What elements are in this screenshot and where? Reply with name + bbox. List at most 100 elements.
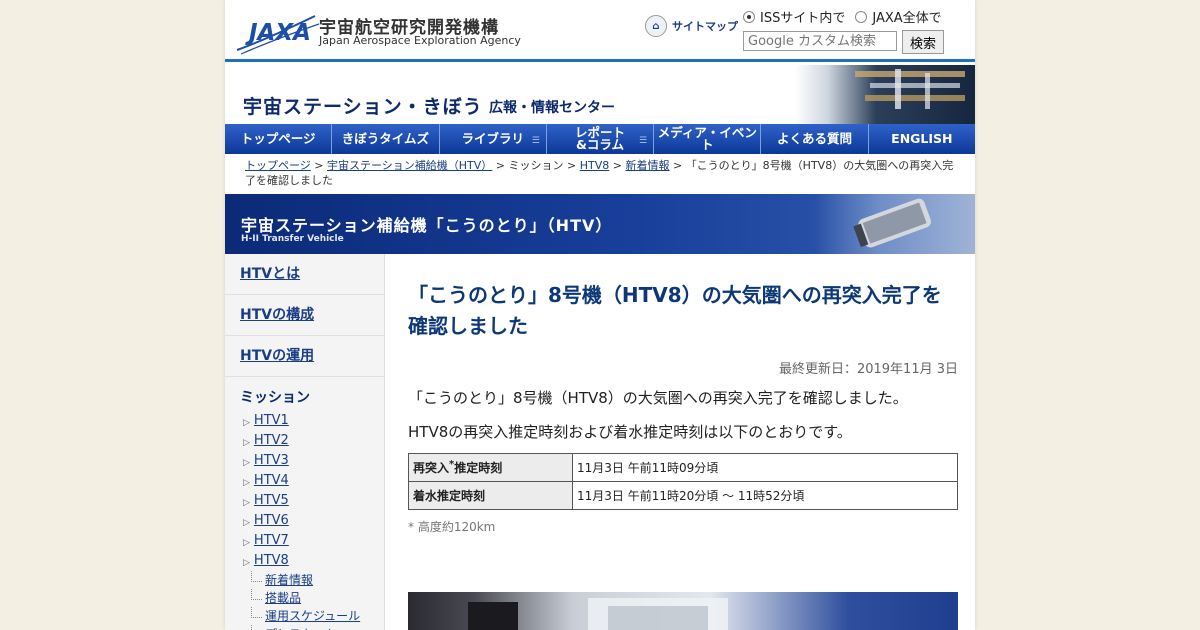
scope-iss-label: ISSサイト内で <box>760 11 846 26</box>
mission-link[interactable]: HTV2 <box>254 431 289 451</box>
mission-link[interactable]: HTV1 <box>254 411 289 431</box>
mission-list-item: ▷ HTV3 <box>243 451 384 471</box>
article-title: 「こうのとり」8号機（HTV8）の大気圏への再突入完了を確認しました <box>408 283 942 338</box>
submenu-link[interactable]: 新着情報 <box>265 573 313 587</box>
triangle-right-icon: ▷ <box>243 477 250 488</box>
mission-list-item: ▷ HTV2 <box>243 431 384 451</box>
section-title: 宇宙ステーション補給機「こうのとり」（HTV） <box>241 216 613 235</box>
breadcrumb-item: ミッション <box>508 159 564 172</box>
htv-spacecraft-image <box>815 194 975 254</box>
scope-all-radio[interactable]: JAXA全体で <box>855 7 942 26</box>
nav-item-label: よくある質問 <box>777 131 853 146</box>
nav-item-media-event[interactable]: メディア・イベント <box>654 124 762 154</box>
scope-all-label: JAXA全体で <box>872 11 942 26</box>
mission-link[interactable]: HTV6 <box>254 511 289 531</box>
table-key: 再突入*推定時刻 <box>408 453 573 482</box>
sidebar-link-htv-operation[interactable]: HTVの運用 <box>225 336 384 377</box>
nav-item-label: メディア・イベント <box>657 125 757 152</box>
footnote: * 高度約120km <box>408 520 496 534</box>
mission-list-item: ▷ HTV1 <box>243 411 384 431</box>
submenu-item: 運用スケジュール <box>249 607 384 625</box>
nav-item-label: ライブラリ <box>461 131 524 146</box>
mission-list-item: ▷ HTV6 <box>243 511 384 531</box>
triangle-right-icon: ▷ <box>243 557 250 568</box>
logo-text: JAXA <box>245 20 311 46</box>
sitemap-label: サイトマップ <box>672 20 738 33</box>
article-paragraph-1: 「こうのとり」8号機（HTV8）の大気圏への再突入完了を確認しました。 <box>408 389 908 407</box>
nav-item-label: トップページ <box>240 131 316 146</box>
site-banner: 宇宙ステーション・きぼう 広報・情報センター <box>225 65 975 125</box>
triangle-right-icon: ▷ <box>243 437 250 448</box>
triangle-right-icon: ▷ <box>243 497 250 508</box>
sidebar-mission-heading: ミッション <box>240 390 310 406</box>
triangle-right-icon: ▷ <box>243 517 250 528</box>
reentry-time-table: 再突入*推定時刻 11月3日 午前11時09分頃 着水推定時刻 11月3日 午前… <box>408 453 958 510</box>
page-container: JAXA 宇宙航空研究開発機構 Japan Aerospace Explorat… <box>225 0 975 630</box>
submenu-icon: ☰ <box>639 136 648 146</box>
last-updated: 最終更新日：2019年11月 3日 <box>778 362 958 377</box>
nav-item-label: ENGLISH <box>891 131 953 146</box>
nav-item-label: きぼうタイムズ <box>341 131 430 146</box>
mission-list-item: ▷ HTV8 <box>243 551 384 571</box>
sidebar-link-about-htv[interactable]: HTVとは <box>225 254 384 295</box>
mission-link[interactable]: HTV3 <box>254 451 289 471</box>
org-name-en: Japan Aerospace Exploration Agency <box>319 34 521 47</box>
nav-item-kibo-times[interactable]: きぼうタイムズ <box>332 124 440 154</box>
htv8-submenu: 新着情報搭載品運用スケジュールプレスキット <box>225 571 384 630</box>
mission-list-item: ▷ HTV4 <box>243 471 384 491</box>
sidebar: HTVとは HTVの構成 HTVの運用 ミッション ▷ HTV1 ▷ HTV2 ▷ HTV… <box>225 254 385 630</box>
nav-item-library[interactable]: ライブラリ ☰ <box>440 124 547 154</box>
mission-link[interactable]: HTV4 <box>254 471 289 491</box>
breadcrumb: トップページ > 宇宙ステーション補給機（HTV） > ミッション > HTV8… <box>245 159 954 187</box>
nav-item-english[interactable]: ENGLISH <box>869 124 975 154</box>
main-content: 「こうのとり」8号機（HTV8）の大気圏への再突入完了を確認しました 最終更新日… <box>408 254 958 630</box>
triangle-right-icon: ▷ <box>243 417 250 428</box>
submenu-link[interactable]: 運用スケジュール <box>265 609 360 623</box>
search-input[interactable] <box>743 31 897 51</box>
sitemap-link[interactable]: ⌂ サイトマップ <box>645 15 738 37</box>
submenu-item: プレスキット <box>249 625 384 630</box>
triangle-right-icon: ▷ <box>243 457 250 468</box>
iss-banner-image <box>795 65 975 125</box>
article-paragraph-2: HTV8の再突入推定時刻および着水推定時刻は以下のとおりです。 <box>408 423 852 441</box>
nav-item-label: レポート &コラム <box>574 125 625 152</box>
radio-unchecked-icon <box>855 10 868 23</box>
breadcrumb-item[interactable]: 宇宙ステーション補給機（HTV） <box>327 159 492 172</box>
scope-iss-radio[interactable]: ISSサイト内で <box>743 7 845 26</box>
mission-list-item: ▷ HTV7 <box>243 531 384 551</box>
triangle-right-icon: ▷ <box>243 537 250 548</box>
submenu-icon: ☰ <box>531 136 540 146</box>
table-value: 11月3日 午前11時20分頃 ～ 11時52分頃 <box>572 481 958 510</box>
control-room-photo <box>408 592 958 630</box>
nav-item-top[interactable]: トップページ <box>225 124 333 154</box>
nav-item-report-column[interactable]: レポート &コラム ☰ <box>547 124 655 154</box>
mission-list: ▷ HTV1 ▷ HTV2 ▷ HTV3 ▷ HTV4 ▷ HTV5 ▷ HTV6 ▷ HTV7 ▷ HTV8 <box>225 407 384 571</box>
nav-item-faq[interactable]: よくある質問 <box>761 124 869 154</box>
submenu-item: 新着情報 <box>249 571 384 589</box>
sidebar-link-htv-structure[interactable]: HTVの構成 <box>225 295 384 336</box>
submenu-link[interactable]: 搭載品 <box>265 591 301 605</box>
mission-list-item: ▷ HTV5 <box>243 491 384 511</box>
breadcrumb-item[interactable]: トップページ <box>245 159 311 172</box>
section-header: 宇宙ステーション補給機「こうのとり」（HTV） H-II Transfer Ve… <box>225 194 975 254</box>
mission-link[interactable]: HTV8 <box>254 551 289 571</box>
breadcrumb-item[interactable]: 新着情報 <box>625 159 669 172</box>
table-key: 着水推定時刻 <box>408 481 573 510</box>
jaxa-logo[interactable]: JAXA <box>235 10 320 56</box>
table-value: 11月3日 午前11時09分頃 <box>572 453 958 482</box>
table-row: 再突入*推定時刻 11月3日 午前11時09分頃 <box>408 453 958 482</box>
search-button[interactable]: 検索 <box>902 30 944 54</box>
section-subtitle: H-II Transfer Vehicle <box>241 234 344 244</box>
mission-link[interactable]: HTV5 <box>254 491 289 511</box>
table-row: 着水推定時刻 11月3日 午前11時20分頃 ～ 11時52分頃 <box>408 481 958 510</box>
banner-subtitle: 広報・情報センター <box>489 100 615 116</box>
search-scope: ISSサイト内で JAXA全体で <box>743 7 942 26</box>
mission-link[interactable]: HTV7 <box>254 531 289 551</box>
sitemap-icon: ⌂ <box>645 15 667 37</box>
radio-checked-icon <box>743 10 755 23</box>
submenu-item: 搭載品 <box>249 589 384 607</box>
breadcrumb-item[interactable]: HTV8 <box>580 159 610 172</box>
site-header: JAXA 宇宙航空研究開発機構 Japan Aerospace Explorat… <box>225 0 975 62</box>
banner-title[interactable]: 宇宙ステーション・きぼう <box>243 92 483 119</box>
global-nav: トップページ きぼうタイムズ ライブラリ ☰ レポート &コラム ☰ メディア・イベント よく… <box>225 124 975 154</box>
